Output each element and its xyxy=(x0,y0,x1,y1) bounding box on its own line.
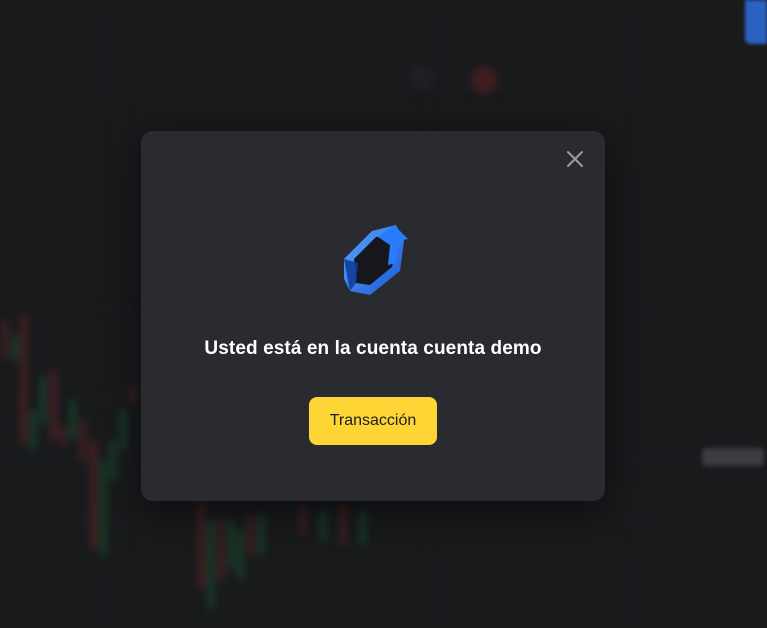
transaction-button[interactable]: Transacción xyxy=(309,397,437,445)
shield-arrow-logo-icon xyxy=(334,219,414,299)
price-label xyxy=(702,448,764,466)
demo-account-dialog: Usted está en la cuenta cuenta demo Tran… xyxy=(141,131,605,501)
blue-corner-element xyxy=(745,0,767,44)
close-icon[interactable] xyxy=(565,149,585,169)
dialog-title: Usted está en la cuenta cuenta demo xyxy=(204,338,542,359)
